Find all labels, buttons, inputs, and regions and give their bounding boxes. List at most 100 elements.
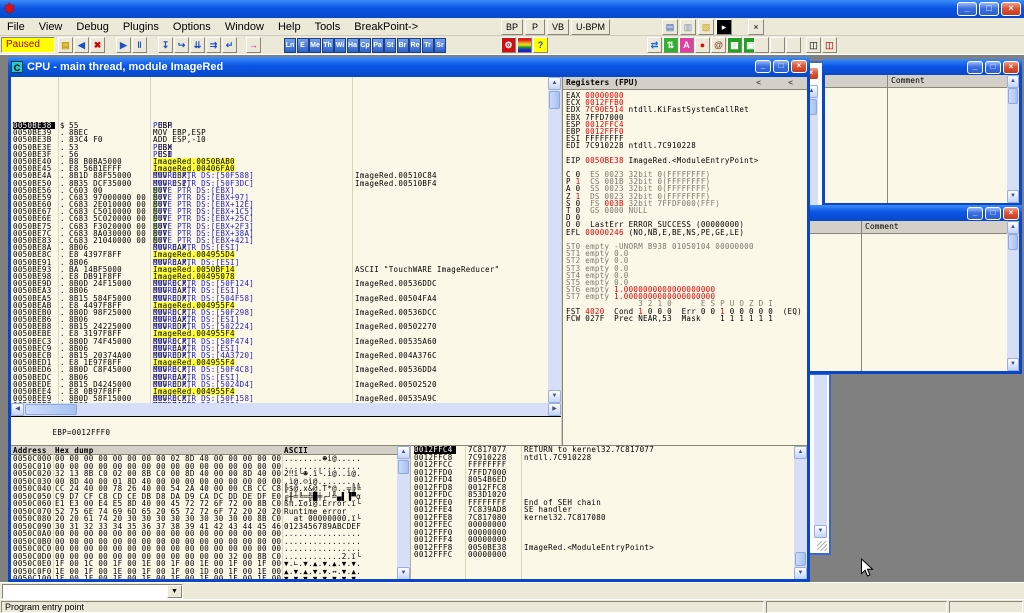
scroll-left-icon[interactable]: ◀ [11,403,24,416]
column-separator[interactable] [887,75,888,87]
pane-button-br[interactable]: Br [397,38,409,53]
disassembly-pane[interactable]: 0050BE38$55PUSH EBP0050BE39.8BECMOV EBP,… [11,77,548,403]
minimize-button[interactable]: _ [957,2,977,16]
column-header[interactable]: Comment [825,75,1019,88]
menu-item-options[interactable]: Options [166,19,218,35]
register-line[interactable]: FCW 027F Prec NEAR,53 Mask 1 1 1 1 1 1 [566,315,807,322]
comment-window-2-title-bar[interactable]: _ □ × [801,205,1022,221]
updown-icon[interactable]: ⇅ [663,37,678,53]
window-split-icon[interactable]: ◫ [806,37,821,53]
close-button[interactable]: × [1001,2,1021,16]
toolbar-button-p[interactable]: P [525,19,545,35]
trace-over-icon[interactable]: ⇉ [206,37,221,53]
pane-button-re[interactable]: Re [409,38,421,53]
register-line[interactable]: EDI 7C910228 ntdll.7C910228 [566,142,807,149]
comment-window-1-title-bar[interactable]: _ □ × [822,59,1022,75]
window-list-icon[interactable]: ◫ [822,37,837,53]
menu-item-help[interactable]: Help [271,19,308,35]
pane-button-ln[interactable]: Ln [284,38,296,53]
scroll-right-icon[interactable]: ▶ [548,403,561,416]
column-header[interactable]: Comment [804,221,1019,234]
pause-icon[interactable]: ‖ [132,37,147,53]
scroll-down-icon[interactable]: ▼ [548,390,561,403]
open-file-icon[interactable]: ▤ [58,37,73,53]
until-return-icon[interactable]: ↵ [222,37,237,53]
analyze-a-icon[interactable]: A [679,37,694,53]
disasm-row[interactable]: 0050BE9D.8B0D 24F15000MOV ECX,DWORD PTR … [11,280,548,287]
disassembly-vscrollbar[interactable]: ▲ ▼ [548,77,561,403]
scroll-down-icon[interactable]: ▼ [1007,358,1019,371]
menu-item-plugins[interactable]: Plugins [116,19,166,35]
run-icon[interactable]: ▶ [116,37,131,53]
scrollbar-thumb[interactable] [25,404,77,415]
options-gear-icon[interactable]: ⚙ [501,37,516,53]
maximize-button[interactable]: □ [985,61,1001,74]
registers-pane[interactable]: Registers (FPU) < < EAX 00000000ECX 0012… [562,77,807,445]
menu-item-breakpoint[interactable]: BreakPoint-> [347,19,425,35]
collapse-left-icon[interactable]: < [756,78,761,87]
scroll-up-icon[interactable]: ▲ [397,446,410,459]
notes-icon[interactable]: ▤ [662,19,678,35]
pane-button-tr[interactable]: Tr [422,38,434,53]
minimize-button[interactable]: _ [967,61,983,74]
maximize-button[interactable]: □ [773,60,789,73]
cpu-window-title-bar[interactable]: C CPU - main thread, module ImageRed _ □… [8,57,810,77]
scroll-down-icon[interactable]: ▼ [814,525,827,538]
menu-item-tools[interactable]: Tools [308,19,348,35]
stack-row[interactable]: 0012FFFC00000000 [411,551,807,559]
scroll-up-icon[interactable]: ▲ [1007,221,1019,234]
toolbar-close-icon[interactable]: × [748,19,764,35]
register-line[interactable]: EFL 00000246 (NO,NB,E,BE,NS,PE,GE,LE) [566,229,807,236]
disasm-row[interactable]: 0050BE8C.E8 4397F8FFCALL ImageRed.004955… [11,251,548,258]
dump-pane[interactable]: Address Hex dump ASCII 0050C00000 00 00 … [11,445,410,579]
pane-button-sr[interactable]: Sr [434,38,446,53]
scrollbar-thumb[interactable] [1008,88,1018,104]
disasm-row[interactable]: 0050BE3E.53PUSH EBX [11,144,548,151]
background-window-scrollbar-bottom[interactable]: ▼ [814,375,827,538]
appearance-icon[interactable] [517,37,532,53]
scroll-up-icon[interactable]: ▲ [794,446,807,459]
comment-window-1-scrollbar[interactable]: ▲ ▼ [1007,75,1019,203]
disabled-button[interactable] [770,37,785,53]
disasm-row[interactable]: 0050BE3B.83C4 F0ADD ESP,-10 [11,136,548,143]
command-input[interactable] [3,585,167,598]
disasm-row[interactable]: 0050BEB0.8B0D 98F25000MOV ECX,DWORD PTR … [11,309,548,316]
dump-row[interactable]: 0050C1001F 00 1F 00 1F 00 1F 00 1F 00 1F… [11,575,410,579]
toolbar-button-vb[interactable]: VB [547,19,569,35]
pane-button-st[interactable]: St [384,38,396,53]
collapse-right-icon[interactable]: < [788,78,793,87]
scrollbar-thumb[interactable] [549,91,560,109]
disasm-row[interactable]: 0050BEE9.8B0D 58F15000MOV ECX,DWORD PTR … [11,395,548,402]
disasm-row[interactable]: 0050BEC3.8B0D 74F45000MOV ECX,DWORD PTR … [11,338,548,345]
close-button[interactable]: × [791,60,807,73]
restore-button[interactable]: □ [979,2,999,16]
folder-icon[interactable]: ▧ [698,19,714,35]
pane-button-me[interactable]: Me [309,38,321,53]
pane-button-pa[interactable]: Pa [372,38,384,53]
stack-vscrollbar[interactable]: ▲ ▼ [794,446,807,579]
scroll-down-icon[interactable]: ▼ [397,567,410,579]
disasm-row[interactable]: 0050BE38$55PUSH EBP [11,122,548,129]
step-into-icon[interactable]: ↧ [158,37,173,53]
scrollbar-thumb[interactable] [398,460,409,474]
info-pane[interactable]: EBP=0012FFF0 [11,416,561,445]
menu-item-window[interactable]: Window [218,19,271,35]
close-button[interactable]: × [1003,207,1019,220]
close-program-icon[interactable]: ✖ [90,37,105,53]
scroll-up-icon[interactable]: ▲ [1007,75,1019,88]
disassembly-hscrollbar[interactable]: ◀ ▶ [11,403,561,416]
document-icon[interactable]: ▥ [680,19,696,35]
menu-item-view[interactable]: View [32,19,70,35]
stack-pane[interactable]: 0012FFC47C817077RETURN to kernel32.7C817… [410,445,807,579]
maximize-button[interactable]: □ [985,207,1001,220]
pane-button-e[interactable]: E [297,38,309,53]
trace-into-icon[interactable]: ⇊ [190,37,205,53]
scrollbar-thumb[interactable] [795,552,806,566]
disabled-button[interactable] [786,37,801,53]
scroll-up-icon[interactable]: ▲ [548,77,561,90]
registers-header[interactable]: Registers (FPU) < < [563,77,807,90]
register-line[interactable]: T 0 GS 0000 NULL [566,207,807,214]
register-line[interactable]: EIP 0050BE38 ImageRed.<ModuleEntryPoint> [566,157,807,164]
goto-address-icon[interactable]: → [246,37,261,53]
close-button[interactable]: × [1003,61,1019,74]
